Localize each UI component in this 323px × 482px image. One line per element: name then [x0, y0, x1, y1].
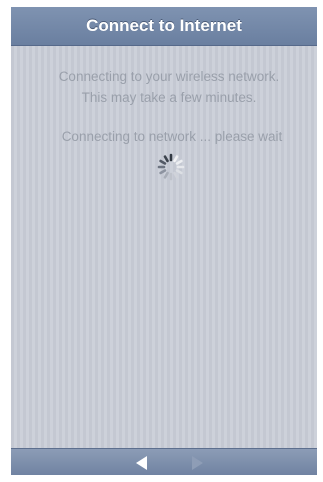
- status-message: Connecting to your wireless network. Thi…: [11, 66, 317, 108]
- device-screen: Connect to Internet Connecting to your w…: [11, 7, 317, 475]
- progress-message: Connecting to network ... please wait: [61, 129, 283, 144]
- title-bar: Connect to Internet: [11, 7, 317, 46]
- status-line-1: Connecting to your wireless network.: [58, 69, 280, 84]
- bottom-toolbar: [11, 448, 317, 475]
- loading-spinner-icon: [157, 153, 185, 181]
- content-area: Connecting to your wireless network. Thi…: [11, 46, 317, 448]
- forward-button[interactable]: [187, 453, 207, 473]
- back-arrow-icon: [136, 456, 147, 470]
- forward-arrow-icon: [192, 456, 203, 470]
- back-button[interactable]: [132, 453, 152, 473]
- page-title: Connect to Internet: [86, 16, 242, 35]
- status-line-2: This may take a few minutes.: [81, 90, 257, 105]
